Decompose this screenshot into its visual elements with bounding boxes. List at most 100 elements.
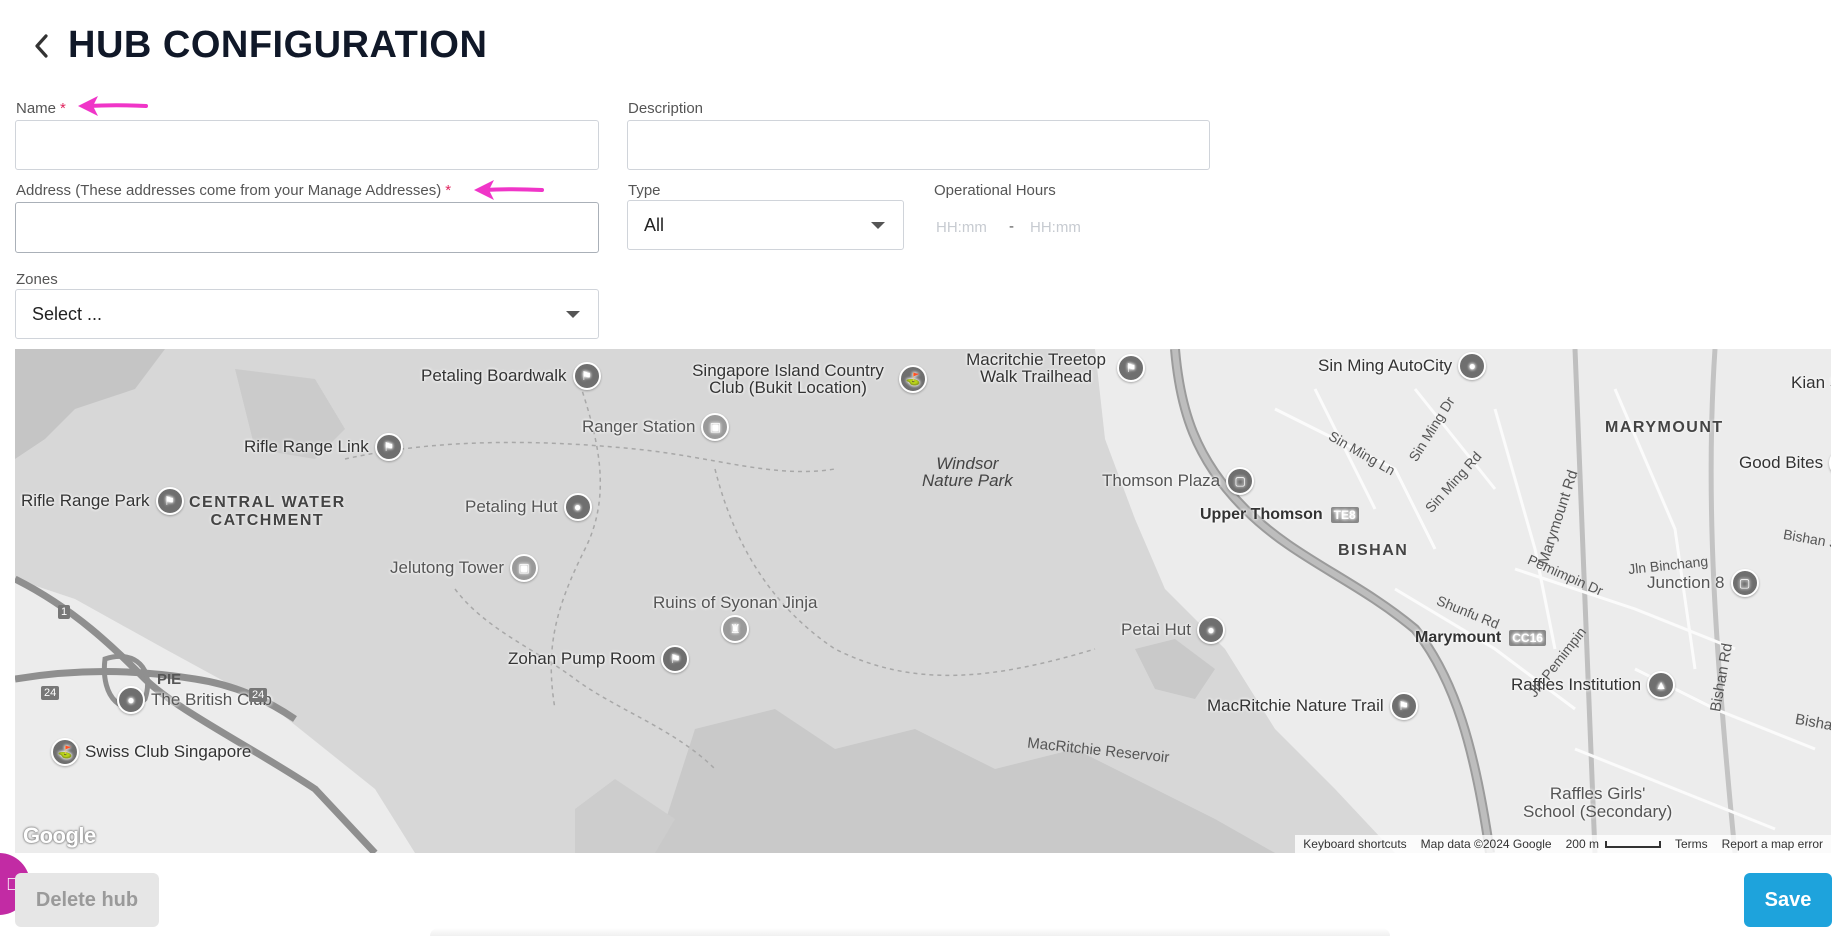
hiking-icon: ⚑ [374,433,403,461]
poi-label: Petaling Boardwalk [421,366,567,385]
address-label-text: Address (These addresses come from your … [16,182,442,199]
hiking-icon: ⚑ [572,362,601,390]
park-label: Windsor Nature Park [922,454,1013,490]
name-field[interactable] [15,120,599,170]
save-button[interactable]: Save [1744,873,1832,927]
station-name: Marymount [1415,629,1502,646]
description-field[interactable] [627,120,1210,170]
golf-icon: ⛳ [51,738,79,766]
map-poi[interactable]: Sin Ming AutoCity ● [1318,352,1487,380]
route-shield: 1 [58,605,71,619]
map-poi[interactable]: Rifle Range Park ⚑ [21,487,184,515]
address-field[interactable] [15,202,599,253]
map-poi[interactable]: Thomson Plaza ▢ [1102,467,1255,495]
caret-down-icon [871,221,885,229]
map-poi[interactable]: Swiss Club Singapore ⛳ [51,738,251,766]
keyboard-shortcuts-link[interactable]: Keyboard shortcuts [1303,837,1406,851]
poi-label: Ranger Station [582,417,696,436]
description-label: Description [628,100,704,117]
type-select[interactable]: All [627,200,904,250]
hiking-icon: ⚑ [1117,354,1145,382]
bottom-edge-shadow [430,928,1390,936]
delete-hub-button[interactable]: Delete hub [15,873,159,927]
school-icon: ▲ [1647,671,1676,699]
zones-select[interactable]: Select ... [15,289,599,339]
map-poi[interactable]: Ranger Station ▣ [582,413,730,441]
map-poi[interactable]: Rifle Range Link ⚑ [244,433,403,461]
name-label-text: Name [16,100,57,117]
map-poi[interactable]: Raffles Girls' School (Secondary) [1523,785,1672,821]
required-mark: * [445,182,452,199]
poi-label: Sin Ming AutoCity [1318,356,1453,375]
report-map-error-link[interactable]: Report a map error [1722,837,1823,851]
road-label: PIE [157,671,182,688]
map-poi[interactable]: Singapore Island Country Club (Bukit Loc… [683,362,927,396]
map-view[interactable]: Petaling Boardwalk ⚑ Singapore Island Cou… [15,349,1831,853]
camera-icon: ▣ [510,554,539,582]
start-time-input[interactable]: HH:mm [936,219,987,236]
station-name: Upper Thomson [1200,506,1323,523]
end-time-input[interactable]: HH:mm [1030,219,1081,236]
time-separator: - [1009,218,1014,235]
poi-label: Junction 8 [1647,573,1725,592]
poi-label: Petai Hut [1121,620,1191,639]
map-poi[interactable]: MacRitchie Nature Trail ⚑ [1207,692,1418,720]
type-selected-value: All [644,214,665,235]
scale-text: 200 m [1565,837,1599,851]
map-poi[interactable]: Petaling Boardwalk ⚑ [421,362,601,390]
map-base-layer [15,349,1831,853]
area-label: CENTRAL WATER CATCHMENT [189,494,346,529]
poi-label: Zohan Pump Room [508,649,656,668]
area-label: MARYMOUNT [1605,419,1724,436]
hub-configuration-page: HUB CONFIGURATION Name * Description Addr… [0,0,1846,936]
pin-icon: ● [117,686,145,714]
annotation-arrow [78,96,148,116]
pin-icon: ● [1196,616,1225,644]
hiking-icon: ⚑ [155,487,184,515]
camera-icon: ▣ [701,413,730,441]
mrt-station[interactable]: Marymount CC16 [1415,629,1546,647]
map-poi[interactable]: Zohan Pump Room ⚑ [508,645,690,673]
map-poi[interactable]: Petaling Hut ● [465,493,592,521]
map-poi[interactable]: Good Bites ☕ [1739,449,1831,477]
type-label: Type [628,182,661,199]
poi-label: MacRitchie Nature Trail [1207,696,1384,715]
map-poi[interactable]: Ruins of Syonan Jinja ♜ [653,593,817,643]
page-title: HUB CONFIGURATION [68,24,488,66]
poi-label: Rifle Range Link [244,437,369,456]
back-button[interactable] [28,26,56,66]
route-shield: 24 [249,688,268,702]
terms-link[interactable]: Terms [1675,837,1708,851]
chevron-left-icon [35,33,48,58]
golf-icon: ⛳ [899,365,927,393]
route-shield: 24 [41,686,60,700]
google-logo: Google [23,823,96,848]
zones-label: Zones [16,271,58,288]
poi-label: Rifle Range Park [21,491,150,510]
map-data-text: Map data ©2024 Google [1420,837,1552,851]
map-poi[interactable]: Macritchie Treetop Walk Trailhead ⚑ [961,351,1145,385]
scale-indicator[interactable]: 200 m [1566,837,1661,851]
operational-hours-label: Operational Hours [934,182,1056,199]
hiking-icon: ⚑ [661,645,690,673]
map-poi[interactable]: Petai Hut ● [1121,616,1225,644]
map-poi[interactable]: Jelutong Tower ▣ [390,554,539,582]
caret-down-icon [566,310,580,318]
hiking-icon: ⚑ [1389,692,1418,720]
poi-label: Petaling Hut [465,497,558,516]
poi-label: Singapore Island Country Club (Bukit Loc… [692,361,884,397]
map-footer: Keyboard shortcuts Map data ©2024 Google… [1295,835,1831,853]
restaurant-icon: ☕ [1829,449,1831,477]
mrt-station[interactable]: Upper Thomson TE8 [1200,506,1359,524]
required-mark: * [60,100,66,117]
poi-label: Jelutong Tower [390,558,505,577]
name-label: Name * [16,100,66,117]
address-label: Address (These addresses come from your … [16,182,451,199]
pin-icon: ● [563,493,592,521]
poi-label: Macritchie Treetop Walk Trailhead [966,350,1106,386]
area-label: Kian Se [1791,373,1831,392]
page-header: HUB CONFIGURATION [28,24,487,67]
poi-label: Ruins of Syonan Jinja [653,593,818,612]
pin-icon: ● [1458,352,1487,380]
poi-label: Swiss Club Singapore [85,742,252,761]
